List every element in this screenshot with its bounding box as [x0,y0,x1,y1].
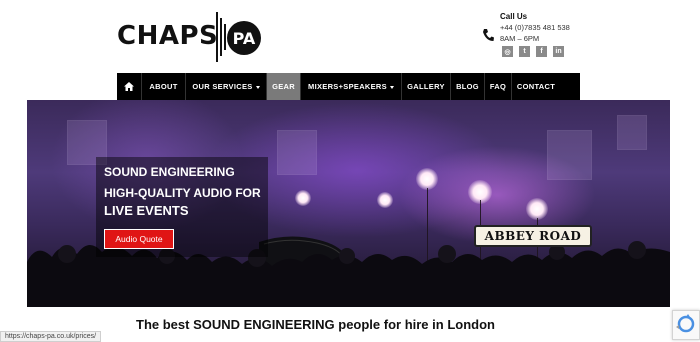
page-tagline: The best SOUND ENGINEERING people for hi… [136,317,495,332]
home-icon [124,82,134,91]
chevron-down-icon [255,85,260,89]
stage-lamp [526,198,548,220]
contact-label: Call Us [500,12,528,21]
logo-text: CHAPS [117,21,219,51]
hero-heading-line2: HIGH-QUALITY AUDIO FOR [104,186,261,200]
logo-badge: PA [227,21,261,55]
hero-heading-line3: LIVE EVENTS [104,203,189,218]
social-links: ◎ t f in [502,46,564,57]
hero-heading-line1: SOUND ENGINEERING [104,165,235,179]
recaptcha-icon [676,314,695,333]
stage-lamp [377,192,393,208]
wall-panel [547,130,592,180]
linkedin-icon[interactable]: in [553,46,564,57]
wall-panel [277,130,317,175]
audio-quote-button[interactable]: Audio Quote [104,229,174,249]
contact-block: Call Us +44 (0)7835 481 538 8AM – 6PM [500,11,570,44]
abbey-road-sign: ABBEY ROAD [474,225,592,247]
wall-panel [617,115,647,150]
nav-gear[interactable]: GEAR [267,73,301,100]
instagram-icon[interactable]: ◎ [502,46,513,57]
nav-blog[interactable]: BLOG [451,73,485,100]
status-bar-url: https://chaps-pa.co.uk/prices/ [0,331,102,342]
stage-lamp [416,168,438,190]
main-nav: ABOUT OUR SERVICES GEAR MIXERS+SPEAKERS … [117,73,580,100]
sound-bars-icon [216,12,226,62]
site-logo[interactable]: CHAPS PA [117,7,265,67]
nav-our-services[interactable]: OUR SERVICES [186,73,267,100]
chevron-down-icon [389,85,394,89]
facebook-icon[interactable]: f [536,46,547,57]
phone-number[interactable]: +44 (0)7835 481 538 [500,22,570,33]
recaptcha-badge[interactable] [672,310,700,340]
phone-icon [483,29,494,41]
nav-home[interactable] [117,73,142,100]
nav-contact[interactable]: CONTACT [512,73,560,100]
nav-about[interactable]: ABOUT [142,73,186,100]
opening-hours: 8AM – 6PM [500,34,540,43]
twitter-icon[interactable]: t [519,46,530,57]
nav-faq[interactable]: FAQ [485,73,512,100]
nav-mixers-speakers[interactable]: MIXERS+SPEAKERS [301,73,402,100]
nav-gallery[interactable]: GALLERY [402,73,451,100]
stage-lamp [295,190,311,206]
